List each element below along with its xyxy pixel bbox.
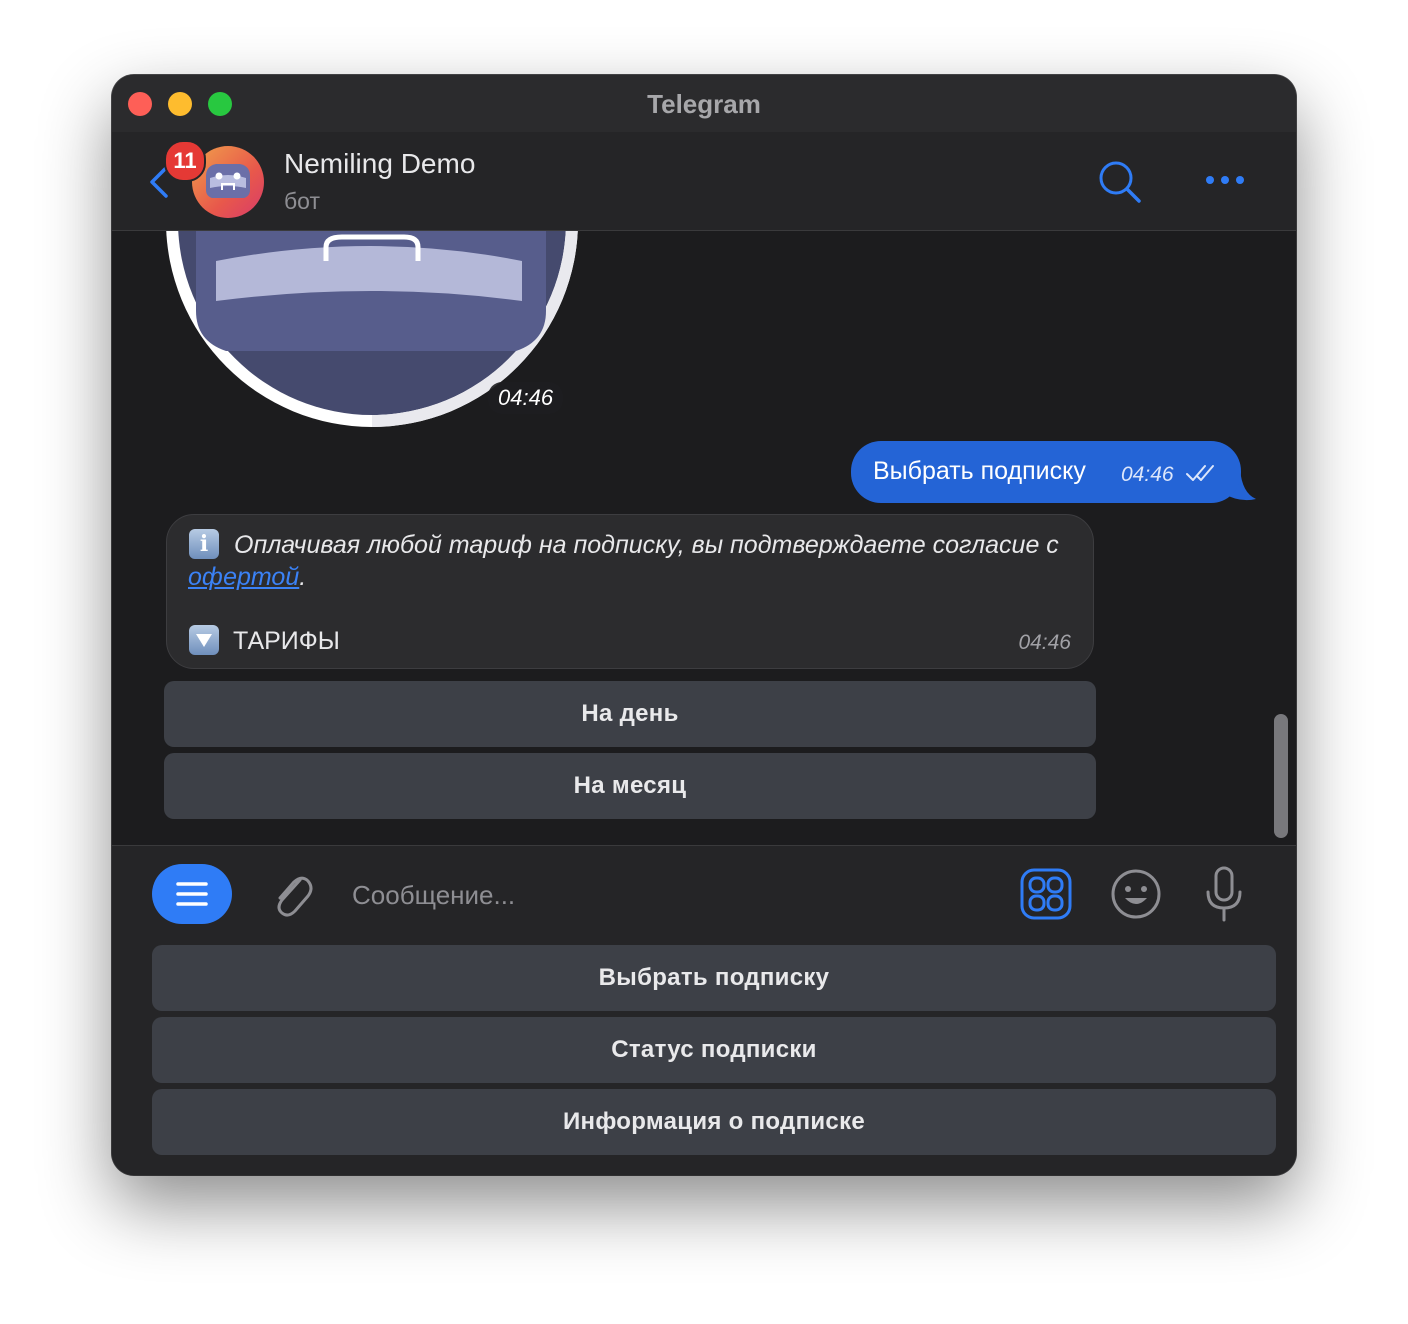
keyboard-icon[interactable] — [1020, 868, 1072, 920]
title-bar: Telegram — [112, 75, 1296, 132]
reply-button-subscription-status[interactable]: Статус подписки — [152, 1017, 1276, 1083]
offer-link[interactable]: офертой — [188, 563, 299, 591]
paperclip-icon[interactable] — [270, 868, 314, 920]
message-text-part: Оплачивая любой тариф на подписку, вы по… — [234, 531, 1059, 559]
telegram-window: Telegram 11 Nemiling Demo бот 04:46 Выбр… — [112, 75, 1296, 1175]
double-check-icon — [1186, 465, 1214, 481]
sticker-timestamp: 04:46 — [488, 382, 564, 414]
search-icon[interactable] — [1098, 160, 1142, 204]
composer: Выбрать подписку Статус подписки Информа… — [112, 845, 1296, 1175]
unread-count-badge: 11 — [164, 140, 206, 182]
chat-title[interactable]: Nemiling Demo — [284, 148, 475, 180]
bot-menu-button[interactable] — [152, 864, 232, 924]
message-text-part: . — [299, 563, 307, 591]
more-icon[interactable] — [1204, 172, 1246, 188]
message-input[interactable] — [350, 868, 994, 922]
message-list[interactable]: 04:46 Выбрать подписку 04:46 i Оплачивая… — [112, 231, 1296, 844]
microphone-icon[interactable] — [1204, 866, 1244, 922]
chat-header: 11 Nemiling Demo бот — [112, 132, 1296, 231]
window-title: Telegram — [647, 89, 761, 119]
down-triangle-icon — [196, 634, 212, 647]
outgoing-message-time: 04:46 — [1121, 463, 1174, 486]
inline-button-day[interactable]: На день — [164, 681, 1096, 747]
menu-icon — [176, 882, 208, 906]
tariffs-label: ТАРИФЫ — [233, 627, 340, 655]
reply-button-subscription-info[interactable]: Информация о подписке — [152, 1089, 1276, 1155]
message-list-scrollbar[interactable] — [1274, 714, 1288, 838]
down-arrow-icon — [189, 625, 219, 655]
reply-button-choose-subscription[interactable]: Выбрать подписку — [152, 945, 1276, 1011]
chat-subtitle: бот — [284, 188, 320, 214]
outgoing-message-text: Выбрать подписку — [873, 457, 1086, 485]
incoming-message[interactable]: i Оплачивая любой тариф на подписку, вы … — [166, 514, 1094, 669]
incoming-message-text: Оплачивая любой тариф на подписку, вы по… — [188, 529, 1078, 593]
emoji-icon[interactable] — [1110, 868, 1162, 920]
incoming-message-time: 04:46 — [1018, 631, 1071, 654]
inline-button-month[interactable]: На месяц — [164, 753, 1096, 819]
outgoing-message[interactable]: Выбрать подписку 04:46 — [851, 441, 1241, 503]
